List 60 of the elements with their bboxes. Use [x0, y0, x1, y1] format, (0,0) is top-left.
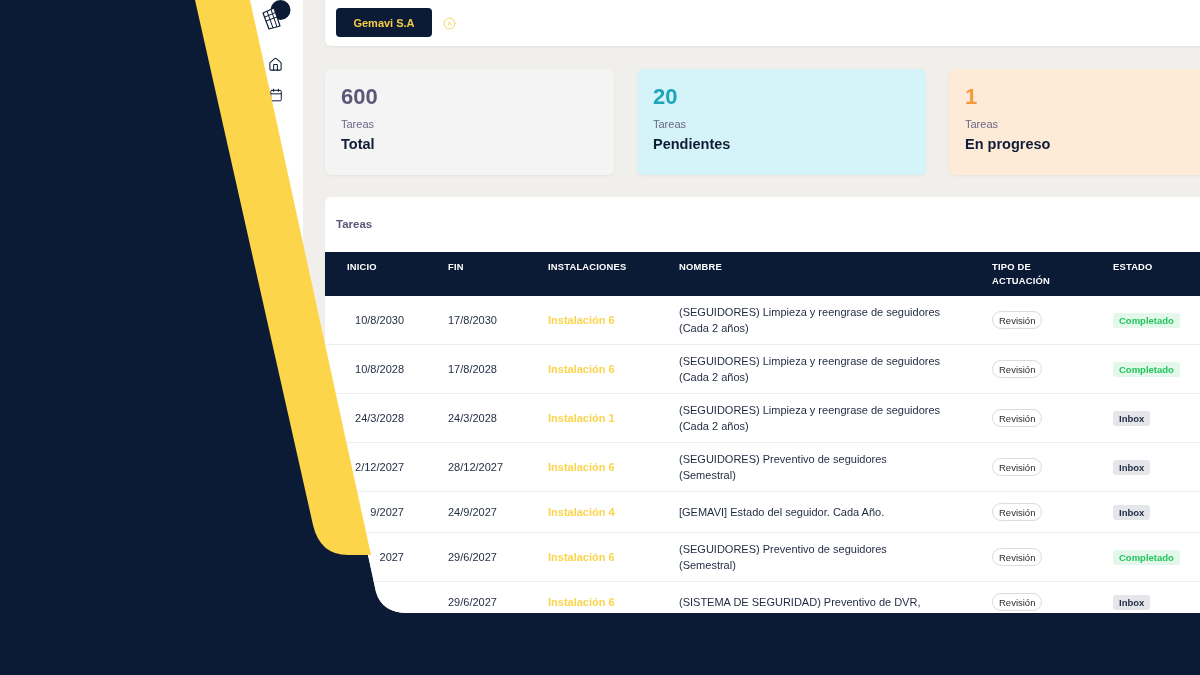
start-date: 9/2027 — [370, 506, 404, 518]
home-icon[interactable] — [268, 57, 283, 72]
stat-value: 600 — [341, 84, 378, 110]
status-badge: Completado — [1113, 361, 1180, 377]
stat-label: En progreso — [965, 136, 1051, 153]
stat-value: 20 — [653, 84, 678, 110]
installation-name: Instalación 6 — [548, 595, 615, 610]
end-date: 17/8/2028 — [448, 362, 497, 377]
type-tag: Revisión — [992, 593, 1043, 611]
column-header: INSTALACIONES — [548, 260, 627, 274]
calendar-icon[interactable] — [268, 88, 283, 102]
column-header: ESTADO — [1113, 260, 1153, 274]
installation-name: Instalación 4 — [548, 505, 615, 520]
stat-label: Pendientes — [653, 136, 731, 153]
type-tag: Revisión — [992, 458, 1043, 476]
end-date: 28/12/2027 — [448, 460, 504, 475]
stat-caption: Tareas — [653, 117, 687, 131]
installation-name: Instalación 1 — [548, 411, 615, 426]
status-badge: Inbox — [1113, 459, 1151, 475]
stat-caption: Tareas — [341, 117, 375, 131]
company-button[interactable]: Gemavi S.A — [336, 8, 432, 37]
status-badge: Completado — [1113, 312, 1180, 328]
column-header: FIN — [448, 260, 464, 274]
column-header: NOMBRE — [679, 260, 722, 274]
start-date: 24/3/2028 — [355, 412, 404, 424]
installation-name: Instalación 6 — [548, 550, 615, 565]
status-badge: Inbox — [1113, 594, 1151, 610]
status-badge: Completado — [1113, 549, 1180, 565]
task-name: (SISTEMA DE SEGURIDAD) Preventivo de DVR, — [679, 595, 921, 610]
stat-caption: Tareas — [965, 117, 999, 131]
type-tag: Revisión — [992, 360, 1043, 378]
end-date: 17/8/2030 — [448, 313, 497, 328]
end-date: 29/6/2027 — [448, 550, 497, 565]
column-header: INICIO — [347, 260, 377, 274]
type-tag: Revisión — [992, 409, 1043, 427]
installation-name: Instalación 6 — [548, 460, 615, 475]
column-header: TIPO DE ACTUACIÓN — [992, 260, 1052, 288]
status-badge: Inbox — [1113, 504, 1151, 520]
task-name: (SEGUIDORES) Limpieza y reengrase de seguidores (Cada 2 años) — [679, 354, 942, 385]
stat-label: Total — [341, 136, 375, 153]
type-tag: Revisión — [992, 548, 1043, 566]
stat-value: 1 — [965, 84, 978, 110]
start-date: 2027 — [379, 551, 404, 563]
type-tag: Revisión — [992, 503, 1043, 521]
status-badge: Inbox — [1113, 410, 1151, 426]
start-date: 2/12/2027 — [355, 461, 404, 473]
task-name: (SEGUIDORES) Preventivo de seguidores (Semestral) — [679, 542, 888, 573]
end-date: 29/6/2027 — [448, 595, 497, 610]
end-date: 24/3/2028 — [448, 411, 497, 426]
task-name: (SEGUIDORES) Limpieza y reengrase de seguidores (Cada 2 años) — [679, 403, 942, 434]
start-date: 10/8/2030 — [355, 314, 404, 326]
installation-name: Instalación 6 — [548, 362, 615, 377]
table-title: Tareas — [336, 217, 373, 231]
start-date: 10/8/2028 — [355, 363, 404, 375]
installation-name: Instalación 6 — [548, 313, 615, 328]
task-name: [GEMAVI] Estado del seguidor. Cada Año. — [679, 505, 885, 520]
task-name: (SEGUIDORES) Preventivo de seguidores (Semestral) — [679, 452, 888, 483]
type-tag: Revisión — [992, 311, 1043, 329]
end-date: 24/9/2027 — [448, 505, 497, 520]
task-name: (SEGUIDORES) Limpieza y reengrase de seguidores (Cada 2 años) — [679, 305, 942, 336]
